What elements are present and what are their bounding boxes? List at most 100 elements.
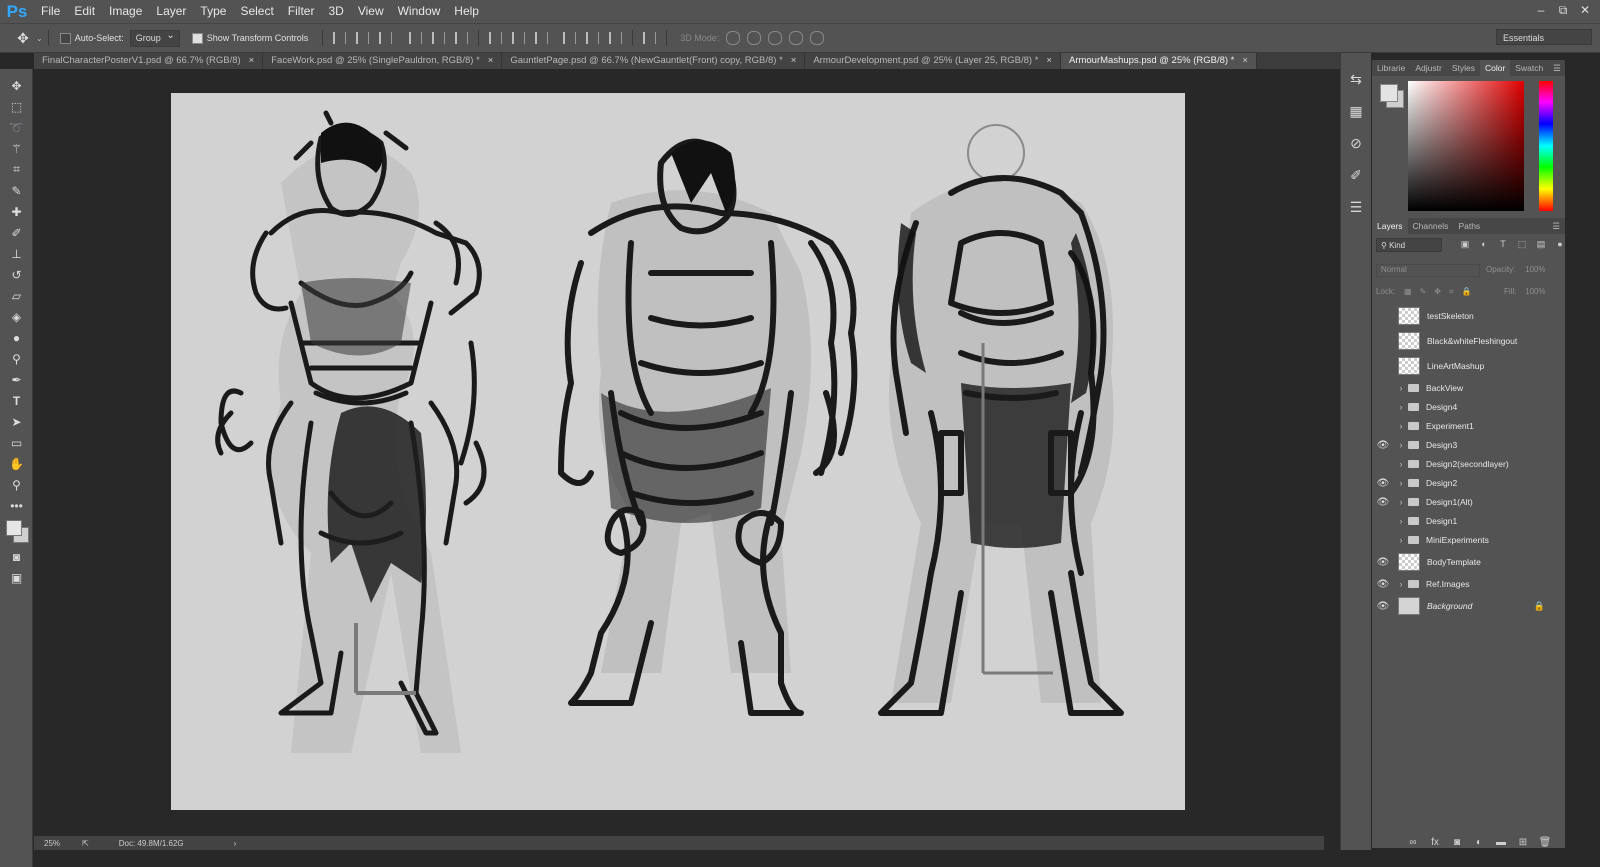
menu-view[interactable]: View: [351, 0, 391, 23]
blend-mode-dropdown[interactable]: Normal: [1376, 264, 1480, 277]
pen-tool-icon[interactable]: ✒: [0, 369, 33, 390]
tab-layers[interactable]: Layers: [1372, 218, 1408, 234]
tab-armour-mashups[interactable]: ArmourMashups.psd @ 25% (RGB/8) * ×: [1060, 53, 1257, 69]
layer-group-row[interactable]: 👁 › Design3: [1372, 436, 1565, 454]
layer-group-row[interactable]: › Design2(secondlayer): [1372, 455, 1565, 473]
show-transform-checkbox[interactable]: [191, 32, 203, 44]
distribute-bottom-icon[interactable]: [535, 32, 549, 44]
history-brush-tool-icon[interactable]: ↺: [0, 264, 33, 285]
tab-final-character-poster[interactable]: FinalCharacterPosterV1.psd @ 66.7% (RGB/…: [34, 53, 264, 69]
status-menu-arrow-icon[interactable]: ›: [234, 839, 237, 848]
tab-armour-development[interactable]: ArmourDevelopment.psd @ 25% (Layer 25, R…: [805, 53, 1061, 69]
tab-color[interactable]: Color: [1479, 60, 1511, 76]
delete-layer-icon[interactable]: 🗑: [1534, 837, 1556, 848]
add-mask-icon[interactable]: ◙: [1446, 837, 1468, 848]
restore-button[interactable]: ⧉: [1552, 0, 1574, 20]
chevron-right-icon[interactable]: ›: [1396, 516, 1406, 526]
type-tool-icon[interactable]: T: [0, 390, 33, 411]
menu-edit[interactable]: Edit: [67, 0, 102, 23]
menu-image[interactable]: Image: [102, 0, 149, 23]
close-tab-icon[interactable]: ×: [1046, 55, 1052, 66]
panel-menu-icon[interactable]: ☰: [1548, 60, 1566, 76]
panel-menu-icon[interactable]: ☰: [1547, 218, 1565, 234]
layer-group-row[interactable]: 👁 › Design1(Alt): [1372, 493, 1565, 511]
eye-icon[interactable]: 👁: [1372, 478, 1394, 489]
foreground-color-swatch[interactable]: [6, 520, 22, 536]
align-right-icon[interactable]: [455, 32, 469, 44]
workspace-dropdown[interactable]: Essentials: [1496, 29, 1592, 45]
eye-icon[interactable]: 👁: [1372, 557, 1394, 568]
brush-panel-icon[interactable]: ✐: [1341, 159, 1371, 191]
layer-group-row[interactable]: 👁 › Ref.Images: [1372, 575, 1565, 593]
show-transform-toggle[interactable]: Show Transform Controls: [191, 32, 308, 44]
filter-pixel-icon[interactable]: ▣: [1460, 239, 1470, 249]
tab-swatches[interactable]: Swatch: [1510, 60, 1548, 76]
layer-row[interactable]: testSkeleton: [1372, 304, 1565, 328]
3d-orbit-icon[interactable]: [726, 31, 741, 45]
eraser-tool-icon[interactable]: ▱: [0, 285, 33, 306]
chevron-right-icon[interactable]: ›: [1396, 402, 1406, 412]
document-canvas[interactable]: [171, 93, 1185, 810]
menu-help[interactable]: Help: [447, 0, 486, 23]
lock-icons[interactable]: ▦✎✥⌗🔒: [1404, 287, 1479, 297]
eye-icon[interactable]: 👁: [1372, 579, 1394, 590]
magic-wand-tool-icon[interactable]: ⚚: [0, 138, 33, 159]
tool-preset-chevron-icon[interactable]: ⌄: [36, 34, 43, 43]
chevron-right-icon[interactable]: ›: [1396, 579, 1406, 589]
layer-row[interactable]: Black&whiteFleshingout: [1372, 329, 1565, 353]
adjustments-panel-icon[interactable]: ☰: [1341, 191, 1371, 223]
tab-paths[interactable]: Paths: [1453, 218, 1485, 234]
chevron-right-icon[interactable]: ›: [1396, 459, 1406, 469]
properties-panel-icon[interactable]: ▦: [1341, 95, 1371, 127]
align-top-icon[interactable]: [333, 32, 347, 44]
menu-filter[interactable]: Filter: [281, 0, 322, 23]
auto-select-dropdown[interactable]: Group: [129, 29, 180, 47]
chevron-right-icon[interactable]: ›: [1396, 421, 1406, 431]
eye-icon[interactable]: 👁: [1372, 497, 1394, 508]
align-hcenter-icon[interactable]: [432, 32, 446, 44]
tab-facework[interactable]: FaceWork.psd @ 25% (SinglePauldron, RGB/…: [263, 53, 503, 69]
tab-channels[interactable]: Channels: [1408, 218, 1454, 234]
menu-file[interactable]: File: [34, 0, 67, 23]
info-panel-icon[interactable]: ⊘: [1341, 127, 1371, 159]
paint-bucket-tool-icon[interactable]: ◈: [0, 306, 33, 327]
more-tools-icon[interactable]: •••: [0, 495, 33, 516]
align-vcenter-icon[interactable]: [356, 32, 370, 44]
layer-row[interactable]: LineArtMashup: [1372, 354, 1565, 378]
layer-style-icon[interactable]: fx: [1424, 837, 1446, 848]
brush-tool-icon[interactable]: ✐: [0, 222, 33, 243]
export-icon[interactable]: ⇱: [82, 839, 89, 848]
3d-drag-icon[interactable]: [768, 31, 783, 45]
screen-mode-icon[interactable]: ▣: [0, 567, 33, 588]
dodge-tool-icon[interactable]: ⚲: [0, 348, 33, 369]
close-tab-icon[interactable]: ×: [1242, 55, 1248, 66]
tab-libraries[interactable]: Librarie: [1372, 60, 1410, 76]
close-tab-icon[interactable]: ×: [791, 55, 797, 66]
distribute-top-icon[interactable]: [489, 32, 503, 44]
color-field[interactable]: [1408, 81, 1524, 211]
foreground-color-swatch[interactable]: [1380, 84, 1398, 102]
crop-tool-icon[interactable]: ⌗: [0, 159, 33, 180]
filter-toggle-icon[interactable]: ●: [1555, 239, 1565, 249]
distribute-left-icon[interactable]: [563, 32, 577, 44]
align-left-icon[interactable]: [409, 32, 423, 44]
tab-adjustments[interactable]: Adjustr: [1410, 60, 1446, 76]
chevron-right-icon[interactable]: ›: [1396, 478, 1406, 488]
link-layers-icon[interactable]: ∞: [1402, 837, 1424, 848]
minimize-button[interactable]: –: [1530, 0, 1552, 20]
rectangle-tool-icon[interactable]: ▭: [0, 432, 33, 453]
fill-value[interactable]: 100%: [1525, 287, 1545, 296]
layer-group-row[interactable]: › BackView: [1372, 379, 1565, 397]
distribute-right-icon[interactable]: [609, 32, 623, 44]
menu-type[interactable]: Type: [193, 0, 233, 23]
chevron-right-icon[interactable]: ›: [1396, 383, 1406, 393]
tab-gauntlet-page[interactable]: GauntletPage.psd @ 66.7% (NewGauntlet(Fr…: [502, 53, 806, 69]
background-layer-row[interactable]: 👁 Background 🔒: [1372, 594, 1565, 618]
chevron-right-icon[interactable]: ›: [1396, 535, 1406, 545]
distribute-hcenter-icon[interactable]: [586, 32, 600, 44]
layer-group-row[interactable]: 👁 › Design2: [1372, 474, 1565, 492]
filter-shape-icon[interactable]: ⬚: [1517, 239, 1527, 249]
hand-tool-icon[interactable]: ✋: [0, 453, 33, 474]
close-tab-icon[interactable]: ×: [488, 55, 494, 66]
close-button[interactable]: ✕: [1574, 0, 1596, 20]
